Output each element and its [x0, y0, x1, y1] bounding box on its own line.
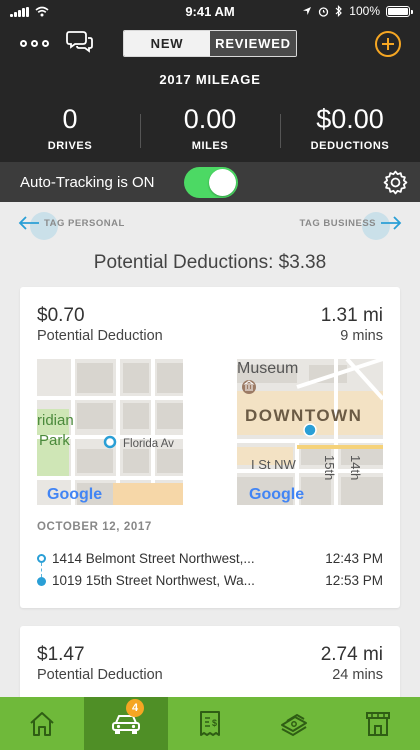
chat-bubbles-icon[interactable] — [66, 30, 94, 54]
stat-label: MILES — [191, 140, 229, 152]
map-label-park: Park — [39, 432, 70, 449]
map-label-i-st: I St NW — [251, 457, 297, 472]
tab-drives[interactable]: 4 — [84, 697, 168, 750]
trip-distance: 1.31 mi — [320, 305, 383, 326]
swipe-tag-row: TAG PERSONAL TAG BUSINESS — [0, 206, 420, 246]
page-title: 2017 MILEAGE — [159, 72, 261, 87]
stat-drives: 0 DRIVES — [0, 104, 140, 156]
end-point-icon — [37, 577, 46, 586]
map-label-ridian: ridian — [37, 412, 74, 429]
map-label-downtown: DOWNTOWN — [245, 406, 362, 425]
location-arrow-icon — [303, 7, 312, 15]
stat-label: DRIVES — [47, 140, 93, 152]
deduction-amount: $1.47 — [37, 644, 85, 665]
status-right-group: 100% — [302, 4, 413, 18]
auto-tracking-label: Auto-Tracking is ON — [20, 174, 155, 191]
battery-icon — [386, 5, 413, 17]
stat-value: 0 — [62, 104, 78, 134]
home-icon — [30, 711, 54, 736]
deduction-label: Potential Deduction — [37, 328, 163, 344]
toggle-knob — [209, 169, 236, 196]
start-map-graphic: ridian Park Florida Av Google — [37, 359, 183, 505]
end-location-pin — [303, 423, 317, 437]
bluetooth-icon — [335, 5, 343, 17]
tab-receipts[interactable]: $ — [168, 697, 252, 750]
gear-icon[interactable] — [383, 170, 408, 195]
dot-icon — [20, 39, 27, 47]
add-drive-button[interactable] — [375, 31, 401, 57]
tab-money[interactable] — [252, 697, 336, 750]
deduction-label: Potential Deduction — [37, 667, 163, 683]
bottom-tab-bar: 4 $ — [0, 697, 420, 750]
start-location-map: ridian Park Florida Av Google — [37, 359, 183, 505]
stat-deductions: $0.00 DEDUCTIONS — [280, 104, 420, 156]
battery-percent: 100% — [349, 4, 380, 18]
tag-personal-hint[interactable]: TAG PERSONAL — [18, 216, 125, 230]
alarm-icon — [319, 6, 329, 17]
tag-business-label: TAG BUSINESS — [299, 217, 376, 229]
tab-store[interactable] — [336, 697, 420, 750]
stat-value: $0.00 — [316, 104, 384, 134]
trip-duration: 9 mins — [340, 328, 383, 344]
start-address: 1414 Belmont Street Northwest,... — [52, 551, 255, 566]
trip-distance: 2.74 mi — [320, 644, 383, 665]
end-location-map: Museum DOWNTOWN I St NW 15th 14th Google — [237, 359, 383, 505]
tag-personal-label: TAG PERSONAL — [44, 217, 125, 229]
store-icon — [366, 711, 390, 736]
tag-business-hint[interactable]: TAG BUSINESS — [299, 216, 402, 230]
map-label-15th: 15th — [322, 455, 337, 480]
dot-icon — [31, 39, 38, 47]
map-label-museum: Museum — [237, 360, 298, 377]
auto-tracking-bar: Auto-Tracking is ON — [0, 162, 420, 202]
tab-home[interactable] — [0, 697, 84, 750]
end-map-graphic: Museum DOWNTOWN I St NW 15th 14th Google — [237, 359, 383, 505]
trip-duration: 24 mins — [332, 667, 383, 683]
dot-icon — [42, 39, 49, 47]
stat-value: 0.00 — [183, 104, 237, 134]
trip-date: OCTOBER 12, 2017 — [37, 521, 152, 533]
money-stack-icon — [281, 713, 307, 736]
more-options-button[interactable] — [20, 36, 52, 50]
potential-deductions-total: Potential Deductions: $3.38 — [93, 252, 327, 273]
google-logo: Google — [249, 486, 304, 503]
start-location-pin — [103, 435, 117, 449]
end-time: 12:53 PM — [325, 573, 383, 588]
stat-miles: 0.00 MILES — [140, 104, 280, 156]
start-point-icon — [37, 554, 46, 563]
arrow-left-icon — [18, 216, 39, 230]
svg-text:$: $ — [212, 718, 217, 728]
map-label-14th: 14th — [348, 455, 363, 480]
google-logo: Google — [47, 486, 102, 503]
mileage-stats: 0 DRIVES 0.00 MILES $0.00 DEDUCTIONS — [0, 104, 420, 156]
status-bar: 9:41 AM 100% — [0, 0, 420, 24]
auto-tracking-toggle[interactable] — [184, 167, 238, 198]
deduction-amount: $0.70 — [37, 305, 85, 326]
arrow-right-icon — [381, 216, 402, 230]
header: NEW REVIEWED 2017 MILEAGE 0 DRIVES 0.00 … — [0, 24, 420, 162]
start-time: 12:43 PM — [325, 551, 383, 566]
tab-reviewed[interactable]: REVIEWED — [210, 31, 296, 56]
new-reviewed-segmented-control: NEW REVIEWED — [123, 30, 297, 57]
map-label-florida: Florida Av — [123, 438, 174, 450]
receipt-icon: $ — [200, 710, 220, 736]
route-connector — [41, 563, 42, 577]
stat-label: DEDUCTIONS — [310, 140, 390, 152]
tab-new[interactable]: NEW — [124, 31, 210, 56]
drive-card[interactable]: $0.70 Potential Deduction 1.31 mi 9 mins… — [20, 287, 400, 608]
end-address: 1019 15th Street Northwest, Wa... — [52, 573, 255, 588]
drives-count-badge: 4 — [126, 699, 144, 717]
